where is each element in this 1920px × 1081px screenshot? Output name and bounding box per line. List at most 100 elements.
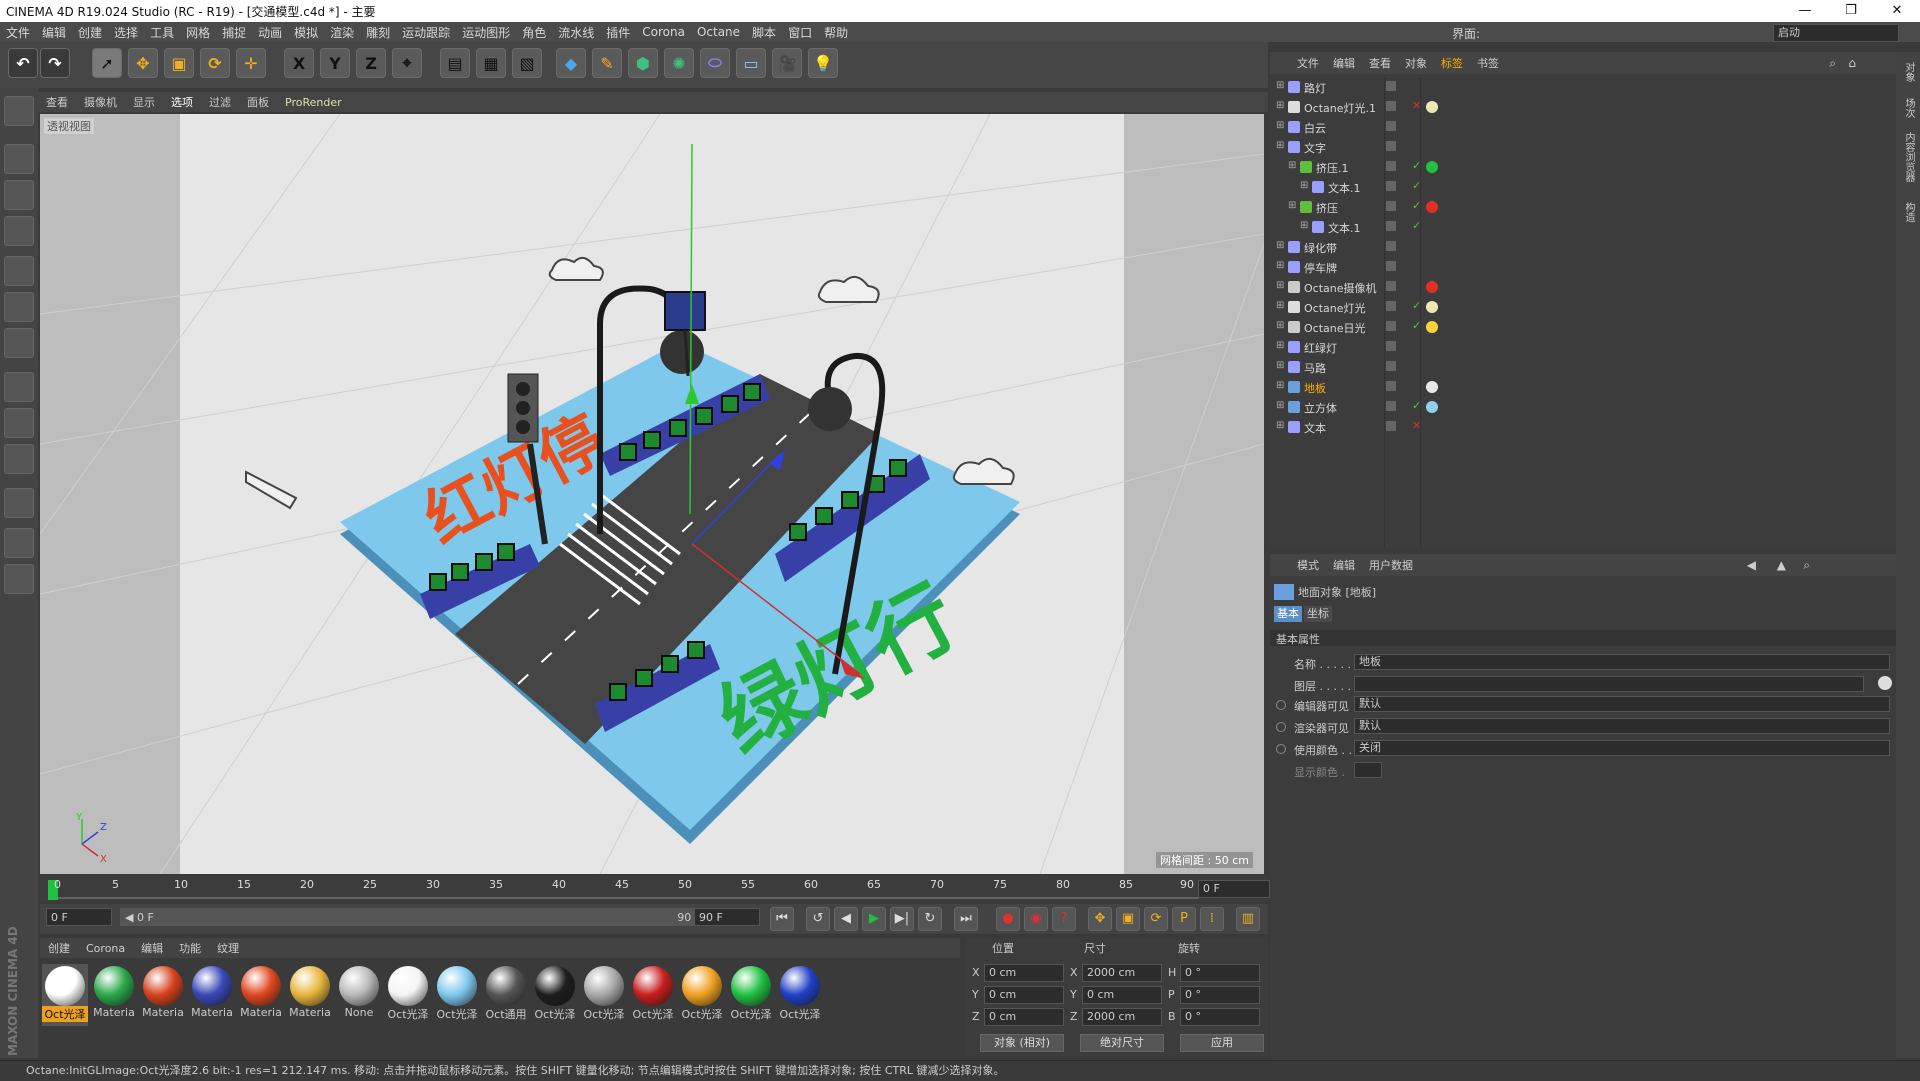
object-row[interactable]: ⊞ 文本.1 ✓ (1274, 218, 1886, 238)
menu-file[interactable]: 文件 (0, 24, 36, 41)
scale-icon[interactable]: ▣ (164, 48, 194, 78)
search-icon[interactable]: ⌕ (1829, 56, 1836, 71)
next-frame-icon[interactable]: ▶| (890, 907, 914, 931)
name-field[interactable]: 地板 (1354, 654, 1890, 670)
object-row[interactable]: ⊞ Octane灯光 ✓ (1274, 298, 1886, 318)
object-row[interactable]: ⊞ 文字 (1274, 138, 1886, 158)
mat-menu-create[interactable]: 创建 (40, 940, 78, 956)
lock-workplane-icon[interactable] (4, 528, 34, 558)
expand-icon[interactable]: ⊞ (1300, 220, 1308, 231)
axis-mode-icon[interactable] (4, 372, 34, 402)
om-menu-bookmarks[interactable]: 书签 (1470, 55, 1506, 71)
object-row[interactable]: ⊞ 立方体 ✓ (1274, 398, 1886, 418)
size-y-field[interactable]: 0 cm (1082, 986, 1162, 1004)
material-tag-icon[interactable] (1426, 281, 1438, 293)
tab-coordinates[interactable]: 坐标 (1304, 606, 1332, 622)
disabled-x-icon[interactable]: ✕ (1412, 99, 1421, 112)
om-menu-file[interactable]: 文件 (1290, 55, 1326, 71)
layer-swatch-icon[interactable] (1386, 201, 1396, 211)
rot-b-field[interactable]: 0 ° (1180, 1008, 1260, 1026)
apply-button[interactable]: 应用 (1180, 1034, 1264, 1052)
pen-icon[interactable]: ✎ (592, 48, 622, 78)
expand-icon[interactable]: ⊞ (1276, 300, 1284, 311)
expand-icon[interactable]: ⊞ (1276, 140, 1284, 151)
expand-icon[interactable]: ⊞ (1276, 340, 1284, 351)
om-menu-view[interactable]: 查看 (1362, 55, 1398, 71)
floor-icon[interactable]: ▭ (736, 48, 766, 78)
key-pla-icon[interactable]: ⁞ (1200, 907, 1224, 931)
enabled-check-icon[interactable]: ✓ (1412, 299, 1421, 312)
am-menu-mode[interactable]: 模式 (1290, 557, 1326, 573)
menu-edit[interactable]: 编辑 (36, 24, 72, 41)
rotate-icon[interactable]: ⟳ (200, 48, 230, 78)
mat-menu-edit[interactable]: 编辑 (133, 940, 171, 956)
object-row[interactable]: ⊞ 绿化带 (1274, 238, 1886, 258)
pos-z-field[interactable]: 0 cm (984, 1008, 1064, 1026)
prev-frame-icon[interactable]: ◀ (834, 907, 858, 931)
object-row[interactable]: ⊞ 挤压 ✓ (1274, 198, 1886, 218)
enabled-check-icon[interactable]: ✓ (1412, 319, 1421, 332)
layer-swatch-icon[interactable] (1386, 161, 1396, 171)
material-item[interactable]: None (336, 964, 382, 1026)
enabled-check-icon[interactable]: ✓ (1412, 179, 1421, 192)
y-axis-button[interactable]: Y (320, 48, 350, 78)
expand-icon[interactable]: ⊞ (1276, 80, 1284, 91)
timeline-window-icon[interactable]: ▥ (1236, 907, 1260, 931)
use-color-radio[interactable] (1276, 744, 1286, 754)
mat-menu-texture[interactable]: 纹理 (209, 940, 247, 956)
expand-icon[interactable]: ⊞ (1276, 380, 1284, 391)
layer-swatch-icon[interactable] (1386, 81, 1396, 91)
vp-menu-panel[interactable]: 面板 (239, 94, 277, 110)
mat-menu-function[interactable]: 功能 (171, 940, 209, 956)
vp-menu-view[interactable]: 查看 (38, 94, 76, 110)
coordinate-system-icon[interactable]: ⌖ (392, 48, 422, 78)
expand-icon[interactable]: ⊞ (1276, 240, 1284, 251)
cloner-icon[interactable]: ✺ (664, 48, 694, 78)
model-mode-icon[interactable] (4, 144, 34, 174)
layer-swatch-icon[interactable] (1386, 281, 1396, 291)
material-item[interactable]: Oct光泽 (42, 964, 88, 1026)
rot-h-field[interactable]: 0 ° (1180, 964, 1260, 982)
minimize-button[interactable]: — (1782, 0, 1828, 22)
material-tag-icon[interactable] (1426, 101, 1438, 113)
key-rotation-icon[interactable]: ⟳ (1144, 907, 1168, 931)
undo-icon[interactable]: ↶ (8, 48, 38, 78)
render-visible-radio[interactable] (1276, 722, 1286, 732)
size-x-field[interactable]: 2000 cm (1082, 964, 1162, 982)
expand-icon[interactable]: ⊞ (1288, 160, 1296, 171)
tab-structure-vertical[interactable]: 构造 (1900, 202, 1916, 222)
expand-icon[interactable]: ⊞ (1276, 420, 1284, 431)
material-tag-icon[interactable] (1426, 161, 1438, 173)
end-frame-field[interactable]: 90 F (694, 908, 760, 926)
go-to-end-icon[interactable]: ⏭ (954, 907, 978, 931)
expand-icon[interactable]: ⊞ (1276, 120, 1284, 131)
layer-swatch-icon[interactable] (1386, 121, 1396, 131)
menu-simulate[interactable]: 模拟 (288, 24, 324, 41)
tab-objects-vertical[interactable]: 对象 (1900, 62, 1916, 82)
key-scale-icon[interactable]: ▣ (1116, 907, 1140, 931)
search-icon[interactable]: ⌕ (1803, 558, 1810, 573)
restore-button[interactable]: ❐ (1828, 0, 1874, 22)
layer-swatch-icon[interactable] (1386, 241, 1396, 251)
pos-y-field[interactable]: 0 cm (984, 986, 1064, 1004)
enabled-check-icon[interactable]: ✓ (1412, 159, 1421, 172)
points-mode-icon[interactable] (4, 256, 34, 286)
menu-animate[interactable]: 动画 (252, 24, 288, 41)
use-color-select[interactable]: 关闭 (1354, 740, 1890, 756)
layer-swatch-icon[interactable] (1386, 321, 1396, 331)
play-icon[interactable]: ▶ (862, 907, 886, 931)
x-axis-button[interactable]: X (284, 48, 314, 78)
render-picture-viewer-icon[interactable]: ▦ (476, 48, 506, 78)
layer-swatch-icon[interactable] (1386, 261, 1396, 271)
z-axis-button[interactable]: Z (356, 48, 386, 78)
menu-window[interactable]: 窗口 (782, 24, 818, 41)
size-z-field[interactable]: 2000 cm (1082, 1008, 1162, 1026)
menu-sculpt[interactable]: 雕刻 (360, 24, 396, 41)
edges-mode-icon[interactable] (4, 292, 34, 322)
object-row[interactable]: ⊞ 路灯 (1274, 78, 1886, 98)
vp-menu-filter[interactable]: 过滤 (201, 94, 239, 110)
subdivision-icon[interactable]: ⬢ (628, 48, 658, 78)
deformer-icon[interactable]: ⬭ (700, 48, 730, 78)
material-item[interactable]: Oct光泽 (630, 964, 676, 1026)
next-key-icon[interactable]: ↻ (918, 907, 942, 931)
